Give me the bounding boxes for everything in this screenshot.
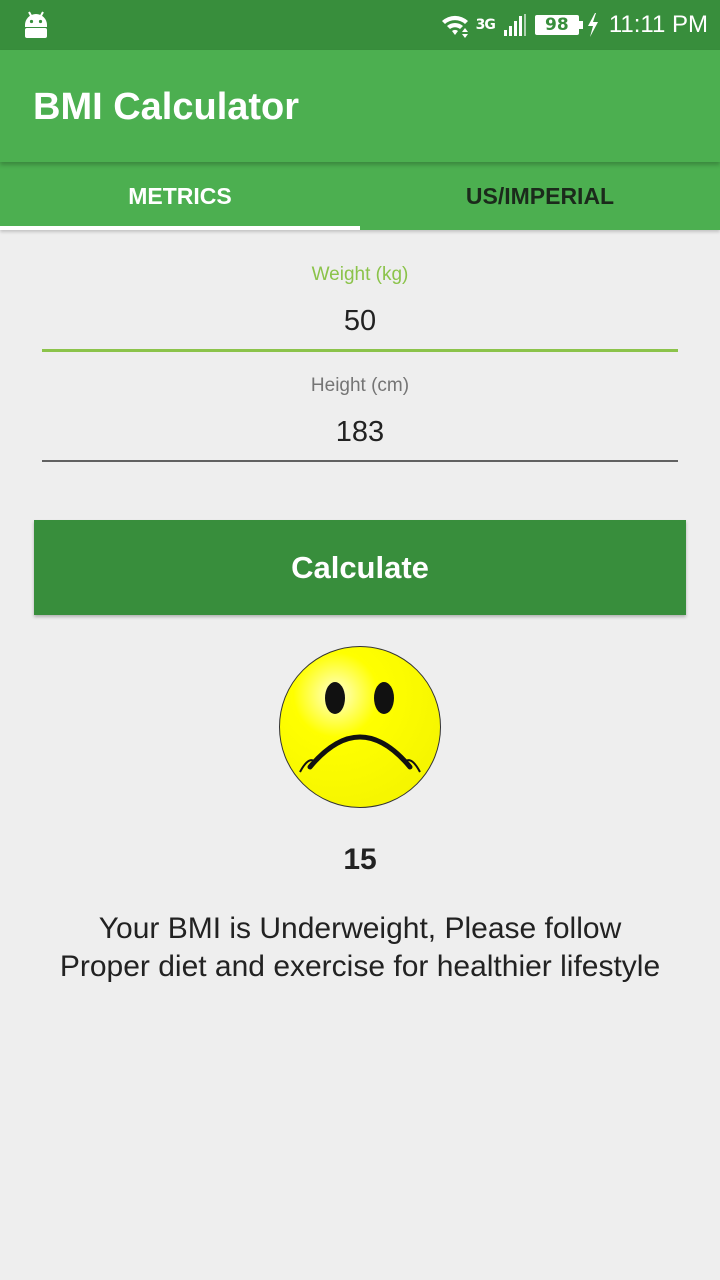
tab-metrics[interactable]: METRICS <box>0 162 360 230</box>
battery-level: 98 <box>544 15 569 35</box>
network-type-label: 3G <box>475 17 496 33</box>
status-icons: 3G 98 11:11 PM <box>440 8 708 42</box>
charging-bolt-icon <box>587 13 599 37</box>
height-label: Height (cm) <box>310 375 410 396</box>
android-icon <box>25 11 47 38</box>
clock: 11:11 PM <box>608 11 708 38</box>
weight-field: Weight (kg) <box>42 264 678 352</box>
signal-icon <box>503 13 527 37</box>
battery-icon: 98 <box>534 15 583 35</box>
tab-us-imperial[interactable]: US/IMPERIAL <box>360 162 720 230</box>
screen: 3G 98 11:11 PM BMI Calculator METRICS US… <box>0 0 720 1280</box>
sad-face-icon <box>279 646 441 808</box>
app-bar: BMI Calculator <box>0 50 720 162</box>
weight-label: Weight (kg) <box>311 264 409 285</box>
bmi-value: 15 <box>343 843 377 876</box>
calculate-button[interactable]: Calculate <box>34 520 686 615</box>
tab-bar: METRICS US/IMPERIAL <box>0 162 720 230</box>
app-title: BMI Calculator <box>33 86 300 128</box>
height-field: Height (cm) <box>42 375 678 462</box>
weight-underline <box>42 349 678 352</box>
status-bar: 3G 98 11:11 PM <box>0 0 720 50</box>
bmi-message: Your BMI is Underweight, Please follow P… <box>20 910 700 986</box>
weight-input[interactable] <box>42 302 678 340</box>
height-underline <box>42 460 678 462</box>
height-input[interactable] <box>42 413 678 451</box>
wifi-icon <box>440 12 470 38</box>
bmi-message-line-1: Your BMI is Underweight, Please follow <box>98 912 622 945</box>
bmi-message-line-2: Proper diet and exercise for healthier l… <box>59 950 661 983</box>
